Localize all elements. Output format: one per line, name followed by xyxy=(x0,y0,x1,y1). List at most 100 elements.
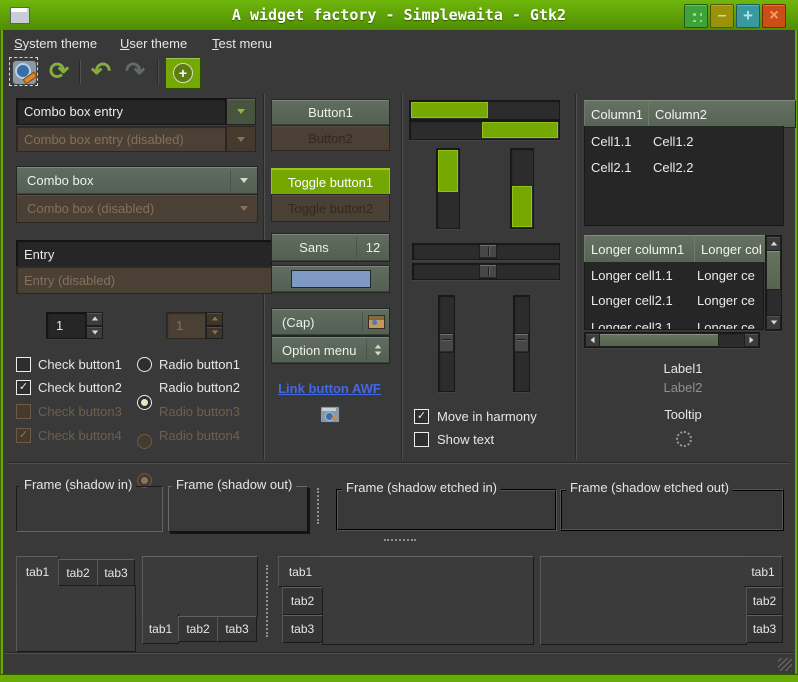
radio-1[interactable] xyxy=(137,357,152,372)
link-button-label[interactable]: Link button AWF xyxy=(278,381,381,396)
combo-box-entry-arrow-button[interactable] xyxy=(226,98,256,125)
radio-2-label[interactable]: Radio button2 xyxy=(159,380,240,395)
notebook4-tab1[interactable]: tab1 xyxy=(744,556,783,587)
radio-1-label[interactable]: Radio button1 xyxy=(159,357,240,372)
tree1-body[interactable]: Cell1.1 Cell1.2 Cell2.1 Cell2.2 xyxy=(584,126,784,226)
refresh-button[interactable]: ⟳ xyxy=(44,56,74,86)
vscale-1-slider-handle[interactable] xyxy=(439,333,454,353)
radio-3 xyxy=(137,434,152,449)
toggle-button2-label: Toggle button2 xyxy=(288,201,373,216)
window-title: A widget factory - Simplewaita - Gtk2 xyxy=(0,6,798,24)
titlebar[interactable]: A widget factory - Simplewaita - Gtk2 – … xyxy=(0,0,798,30)
frame-shadow-in xyxy=(16,486,163,532)
notebook3-tab3[interactable]: tab3 xyxy=(282,615,323,643)
scroll-right-button[interactable] xyxy=(744,333,759,347)
window-menu-button[interactable] xyxy=(684,4,708,28)
maximize-button[interactable]: + xyxy=(736,4,760,28)
option-menu-label: Option menu xyxy=(272,343,366,358)
section-separator xyxy=(8,462,790,464)
tree2-column1-label: Longer column1 xyxy=(591,242,684,257)
maximize-icon: + xyxy=(743,6,753,26)
button1[interactable]: Button1 xyxy=(271,99,390,126)
radio-2[interactable] xyxy=(137,395,152,410)
link-button[interactable]: Link button AWF xyxy=(271,381,388,396)
notebook1-tab3[interactable]: tab3 xyxy=(97,559,135,586)
close-icon: × xyxy=(769,7,778,25)
spin-down-button[interactable] xyxy=(86,326,103,340)
notebook2-tab1[interactable]: tab1 xyxy=(142,614,179,644)
text-entry-disabled: Entry (disabled) xyxy=(16,266,272,294)
spin-field-disabled: 1 xyxy=(166,312,206,339)
tree2-header-column1[interactable]: Longer column1 xyxy=(584,235,708,264)
checkbox-1-label[interactable]: Check button1 xyxy=(38,357,122,372)
cap-button[interactable]: (Cap) xyxy=(271,308,390,336)
notebook4-tab2[interactable]: tab2 xyxy=(746,587,783,615)
screenshot-tool-button[interactable] xyxy=(10,58,37,85)
vscale-2-slider-handle[interactable] xyxy=(514,333,529,353)
menu-system-theme[interactable]: System theme xyxy=(14,36,97,51)
spin-up-button[interactable] xyxy=(86,312,103,326)
menu-test-menu[interactable]: Test menu xyxy=(212,36,272,51)
radio-3-label: Radio button3 xyxy=(159,404,240,419)
notebook3-tab1[interactable]: tab1 xyxy=(278,556,322,587)
checkbox-2[interactable]: ✓ xyxy=(16,380,31,395)
tree2-header-column2[interactable]: Longer col xyxy=(694,235,776,264)
tree1-column1-label: Column1 xyxy=(591,107,643,122)
toolbar-separator xyxy=(157,60,159,84)
combo-box[interactable]: Combo box xyxy=(16,166,258,195)
tree2-body[interactable]: Longer cell1.1 Longer ce Longer cell2.1 … xyxy=(584,262,764,330)
show-text-checkbox[interactable] xyxy=(414,432,429,447)
menu-user-theme[interactable]: User theme xyxy=(120,36,187,51)
minimize-button[interactable]: – xyxy=(710,4,734,28)
button2-label: Button2 xyxy=(308,131,353,146)
tree2-horizontal-scrollbar[interactable] xyxy=(584,332,760,348)
notebook4-tab3[interactable]: tab3 xyxy=(746,615,783,643)
tree1-header-column2[interactable]: Column2 xyxy=(648,100,796,128)
undo-button[interactable]: ↶ xyxy=(86,56,116,86)
text-entry[interactable]: Entry xyxy=(16,240,272,268)
spin-up-button-disabled xyxy=(206,312,223,326)
notebook2-tab2[interactable]: tab2 xyxy=(178,616,218,642)
checkmark-icon: ✓ xyxy=(417,411,426,422)
combo-box-entry[interactable]: Combo box entry xyxy=(16,98,256,125)
scroll-left-button[interactable] xyxy=(585,333,600,347)
notebook3-tab2[interactable]: tab2 xyxy=(282,587,323,615)
arrow-down-icon xyxy=(375,352,381,356)
color-swatch xyxy=(291,270,371,288)
hscale-2[interactable] xyxy=(412,263,560,280)
font-button[interactable]: Sans 12 xyxy=(271,233,390,262)
label2-disabled: Label2 xyxy=(584,380,782,395)
notebook2-tab3[interactable]: tab3 xyxy=(217,616,257,642)
toggle-button1[interactable]: Toggle button1 xyxy=(271,168,390,196)
vscale-1[interactable] xyxy=(438,295,455,392)
add-icon: + xyxy=(173,63,193,83)
spin-field[interactable]: 1 xyxy=(46,312,86,339)
option-menu[interactable]: Option menu xyxy=(271,336,390,364)
close-button[interactable]: × xyxy=(762,4,786,28)
vertical-scrollbar-thumb[interactable] xyxy=(766,250,781,290)
checkbox-2-label[interactable]: Check button2 xyxy=(38,380,122,395)
hscale-2-slider-handle[interactable] xyxy=(479,264,497,279)
vscale-2[interactable] xyxy=(513,295,530,392)
scroll-down-button[interactable] xyxy=(766,315,781,330)
hscale-1[interactable] xyxy=(412,243,560,260)
move-in-harmony-checkbox[interactable]: ✓ xyxy=(414,409,429,424)
show-text-label[interactable]: Show text xyxy=(437,432,494,447)
tree2-vertical-scrollbar[interactable] xyxy=(765,235,782,331)
redo-icon: ↷ xyxy=(125,57,145,86)
spin-button[interactable]: 1 xyxy=(46,312,103,339)
add-button[interactable]: + xyxy=(165,57,201,89)
move-in-harmony-label[interactable]: Move in harmony xyxy=(437,409,537,424)
color-button[interactable] xyxy=(271,265,390,293)
button1-label: Button1 xyxy=(308,105,353,120)
scroll-up-button[interactable] xyxy=(766,236,781,251)
resize-grip[interactable] xyxy=(778,658,792,671)
combo-box-entry-field[interactable]: Combo box entry xyxy=(16,98,226,125)
hscale-1-slider-handle[interactable] xyxy=(479,244,497,259)
notebook-separator-dotted xyxy=(266,565,268,637)
horizontal-scrollbar-thumb[interactable] xyxy=(599,333,719,347)
frame-separator-dotted xyxy=(317,488,319,524)
checkbox-1[interactable] xyxy=(16,357,31,372)
notebook1-tab1[interactable]: tab1 xyxy=(16,556,59,586)
notebook1-tab2[interactable]: tab2 xyxy=(58,559,98,586)
